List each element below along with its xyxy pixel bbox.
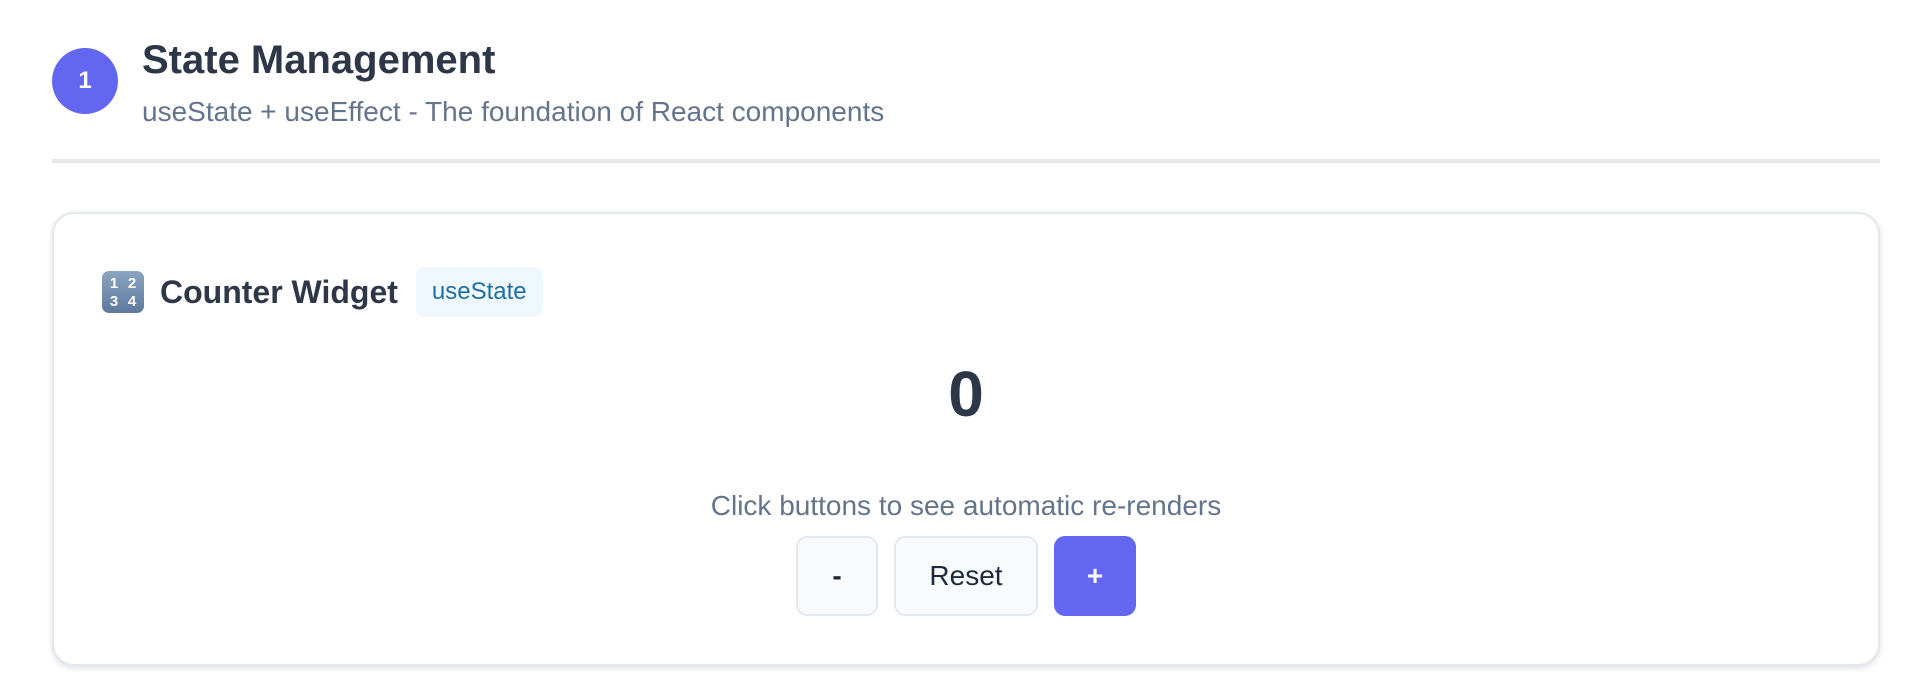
counter-widget-card: 1 2 3 4 Counter Widget useState 0 Click … (52, 212, 1880, 666)
hook-badge: useState (415, 267, 543, 317)
increment-button[interactable]: + (1054, 536, 1136, 616)
reset-button[interactable]: Reset (894, 536, 1038, 616)
section-title: State Management (142, 38, 496, 82)
page: 1 State Management useState + useEffect … (0, 0, 1928, 686)
counter-value: 0 (948, 358, 984, 430)
icon-digit: 4 (127, 292, 137, 310)
icon-digit: 3 (109, 292, 119, 310)
section-header: 1 State Management useState + useEffect … (52, 30, 1880, 163)
card-title: Counter Widget (160, 273, 398, 310)
card-header: 1 2 3 4 Counter Widget useState (102, 266, 543, 318)
counter-controls: - Reset + (54, 536, 1878, 616)
icon-digit: 1 (109, 274, 119, 292)
section-subtitle: useState + useEffect - The foundation of… (142, 96, 885, 127)
hint-text: Click buttons to see automatic re-render… (710, 490, 1222, 521)
step-number-badge: 1 (52, 48, 118, 114)
icon-digit: 2 (127, 274, 137, 292)
decrement-button[interactable]: - (796, 536, 878, 616)
input-numbers-icon: 1 2 3 4 (102, 271, 144, 313)
